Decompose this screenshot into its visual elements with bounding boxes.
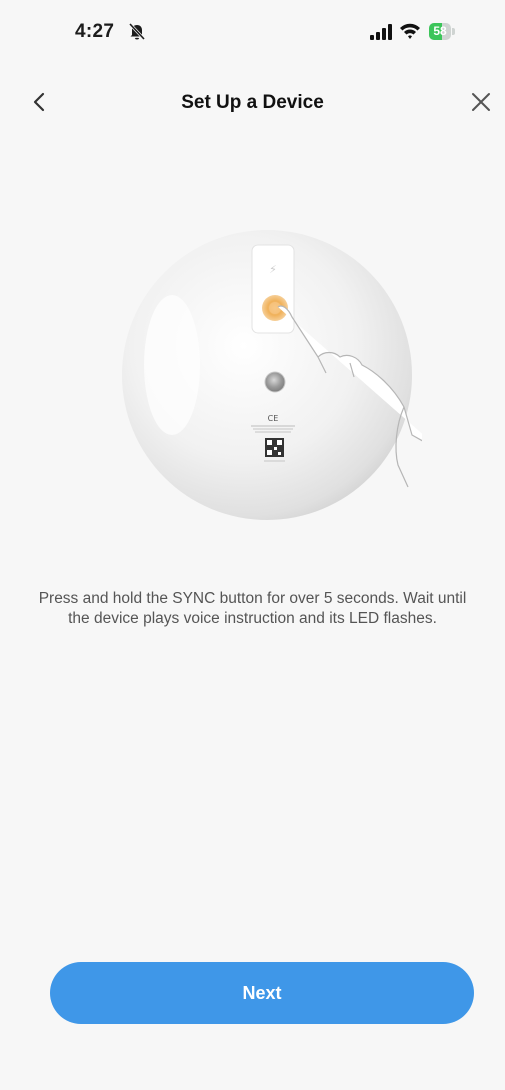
wifi-icon — [399, 22, 421, 40]
battery-cap — [452, 28, 455, 35]
battery-body: 58 — [429, 23, 451, 40]
status-bar: 4:27 58 — [12, 0, 493, 44]
next-button[interactable]: Next — [50, 962, 474, 1024]
app-screen: 4:27 58 Set Up a Device ⚡ CE Press and h… — [12, 0, 493, 1090]
close-icon[interactable] — [471, 92, 491, 112]
instruction-text: Press and hold the SYNC button for over … — [38, 590, 467, 627]
speaker-hole — [264, 371, 286, 393]
svg-text:⚡: ⚡ — [269, 263, 277, 276]
ce-mark: CE — [268, 414, 279, 423]
bell-slash-icon — [127, 21, 147, 41]
battery-percent: 58 — [433, 24, 447, 38]
status-time: 4:27 — [75, 21, 115, 42]
battery-icon: 58 — [429, 23, 456, 40]
signal-icon — [370, 24, 392, 40]
device-illustration: ⚡ CE — [112, 225, 445, 535]
page-title: Set Up a Device — [181, 92, 324, 113]
qr-code — [265, 438, 284, 457]
